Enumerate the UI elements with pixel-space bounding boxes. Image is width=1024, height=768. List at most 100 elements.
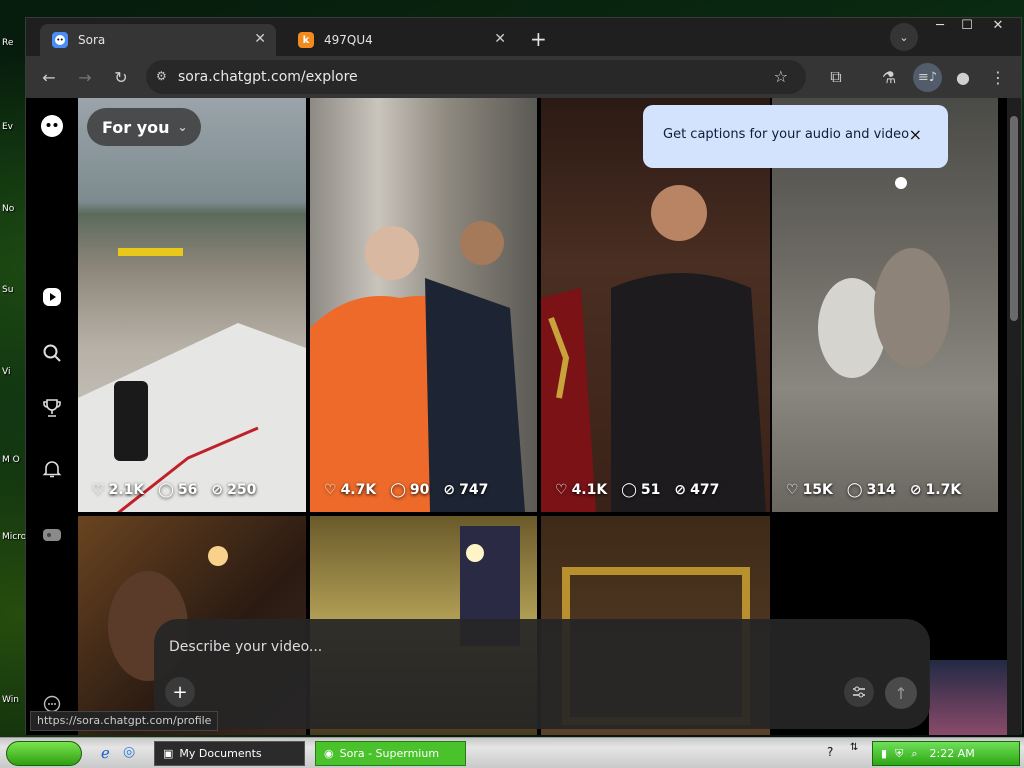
settings-button[interactable] bbox=[844, 677, 874, 707]
sora-sidebar bbox=[26, 98, 78, 735]
tab-search-button[interactable]: ⌄ bbox=[890, 23, 918, 51]
comments-count: 56 bbox=[177, 482, 198, 498]
close-window-button[interactable]: ✕ bbox=[982, 18, 1014, 36]
likes-count: 4.1K bbox=[571, 482, 608, 498]
explore-play-icon[interactable] bbox=[40, 285, 64, 309]
card-stats: ♡ 2.1K ◯ 56 ⊘ 250 bbox=[92, 482, 256, 498]
remixes[interactable]: ⊘ 1.7K bbox=[910, 482, 961, 498]
search-icon[interactable]: ⌕ bbox=[911, 747, 917, 761]
remix-icon: ⊘ bbox=[909, 482, 922, 498]
add-attachment-button[interactable]: + bbox=[165, 677, 195, 707]
close-icon[interactable]: × bbox=[909, 125, 922, 144]
ie-icon[interactable]: ℯ bbox=[101, 744, 110, 762]
comments[interactable]: ◯ 56 bbox=[158, 482, 197, 498]
address-bar[interactable]: ⚙ sora.chatgpt.com/explore ☆ bbox=[146, 60, 806, 94]
likes[interactable]: ♡ 4.7K bbox=[324, 482, 376, 498]
menu-button[interactable]: ⋮ bbox=[985, 64, 1011, 90]
desktop-icon-label[interactable]: Su bbox=[2, 285, 26, 295]
plus-icon: + bbox=[172, 681, 188, 703]
task-label: Sora - Supermium bbox=[339, 747, 440, 760]
captions-icon: ≡♪ bbox=[917, 70, 938, 85]
prompt-composer: Describe your video... + ↑ bbox=[154, 619, 930, 729]
tab-497qu4[interactable]: k 497QU4 ✕ bbox=[286, 24, 516, 56]
tab-strip: Sora ✕ k 497QU4 ✕ + ⌄ ─ ☐ ✕ bbox=[26, 18, 1021, 56]
remixes[interactable]: ⊘ 747 bbox=[443, 482, 488, 498]
feed-selector[interactable]: For you ⌄ bbox=[87, 108, 201, 146]
heart-icon: ♡ bbox=[324, 482, 337, 498]
desktop-icon-label[interactable]: Micro Stu bbox=[2, 532, 26, 542]
trophy-icon[interactable] bbox=[40, 396, 64, 420]
maximize-button[interactable]: ☐ bbox=[951, 18, 983, 36]
scrollbar-thumb[interactable] bbox=[1010, 116, 1018, 321]
heart-icon: ♡ bbox=[786, 482, 799, 498]
desktop-icon-label[interactable]: Win bbox=[2, 695, 26, 705]
likes[interactable]: ♡ 4.1K bbox=[555, 482, 607, 498]
network-icon[interactable]: ▮ bbox=[881, 747, 887, 760]
likes-count: 2.1K bbox=[108, 482, 145, 498]
live-caption-button[interactable]: ≡♪ bbox=[913, 63, 942, 92]
likes[interactable]: ♡ 2.1K bbox=[92, 482, 144, 498]
remixes-count: 250 bbox=[227, 482, 257, 498]
browser-toolbar: ← → ↻ ⚙ sora.chatgpt.com/explore ☆ ⧉ ⚗ ≡… bbox=[26, 56, 1021, 98]
shield-icon[interactable]: ⛨ bbox=[895, 747, 903, 761]
desktop-icon-label[interactable]: Vi bbox=[2, 367, 26, 377]
help-icon[interactable]: ? bbox=[827, 745, 833, 759]
remixes-count: 747 bbox=[459, 482, 489, 498]
system-tray: ▮ ⛨ ⌕ 2:22 AM bbox=[872, 741, 1020, 766]
bell-icon[interactable] bbox=[40, 457, 64, 481]
browser-window: Sora ✕ k 497QU4 ✕ + ⌄ ─ ☐ ✕ ← → ↻ ⚙ sora… bbox=[25, 17, 1022, 735]
arrow-right-icon: → bbox=[78, 67, 92, 87]
desktop-icon-label[interactable]: Ev bbox=[2, 122, 26, 132]
close-tab-icon[interactable]: ✕ bbox=[494, 31, 506, 47]
remixes-count: 477 bbox=[690, 482, 720, 498]
desktop-icon-label[interactable]: M O bbox=[2, 455, 26, 465]
extensions-button[interactable]: ⧉ bbox=[823, 64, 849, 90]
comments[interactable]: ◯ 51 bbox=[621, 482, 660, 498]
reload-button[interactable]: ↻ bbox=[108, 64, 134, 90]
prompt-input[interactable]: Describe your video... bbox=[169, 639, 322, 655]
labs-button[interactable]: ⚗ bbox=[876, 64, 902, 90]
remix-icon: ⊘ bbox=[443, 482, 456, 498]
captions-tooltip: Get captions for your audio and video × bbox=[643, 105, 948, 168]
courthouse-thumbnail bbox=[310, 221, 525, 512]
taskbar-item-sora[interactable]: ◉ Sora - Supermium bbox=[315, 741, 466, 766]
taskbar-item-my-documents[interactable]: ▣ My Documents bbox=[154, 741, 305, 766]
sora-favicon-icon bbox=[52, 32, 68, 48]
sora-logo-icon[interactable] bbox=[40, 114, 64, 138]
tab-sora[interactable]: Sora ✕ bbox=[40, 24, 276, 56]
card-stats: ♡ 4.7K ◯ 90 ⊘ 747 bbox=[324, 482, 488, 498]
tab-title: Sora bbox=[78, 33, 106, 47]
comments-count: 314 bbox=[866, 482, 896, 498]
remixes[interactable]: ⊘ 250 bbox=[211, 482, 256, 498]
clock[interactable]: 2:22 AM bbox=[929, 747, 974, 760]
new-tab-button[interactable]: + bbox=[530, 27, 547, 51]
bookmark-star-icon[interactable]: ☆ bbox=[774, 67, 788, 86]
forward-button[interactable]: → bbox=[72, 64, 98, 90]
remixes[interactable]: ⊘ 477 bbox=[674, 482, 719, 498]
back-button[interactable]: ← bbox=[36, 64, 62, 90]
comment-icon: ◯ bbox=[621, 482, 637, 498]
scrollbar[interactable] bbox=[1007, 98, 1021, 735]
video-card[interactable] bbox=[929, 660, 1009, 735]
feed-selector-label: For you bbox=[102, 117, 170, 137]
video-card[interactable]: ♡ 2.1K ◯ 56 ⊘ 250 For you ⌄ bbox=[78, 98, 306, 512]
folder-icon: ▣ bbox=[163, 747, 174, 760]
submit-button[interactable]: ↑ bbox=[885, 677, 917, 709]
search-icon[interactable] bbox=[40, 341, 64, 365]
taskbar: ℯ ◎ ▣ My Documents ◉ Sora - Supermium ? ⇅ … bbox=[0, 737, 1024, 768]
site-info-icon[interactable]: ⚙ bbox=[156, 69, 167, 83]
tray-arrows-icon[interactable]: ⇅ bbox=[850, 742, 858, 753]
quick-launch-icon[interactable]: ◎ bbox=[123, 744, 135, 760]
video-card[interactable]: ♡ 4.7K ◯ 90 ⊘ 747 bbox=[310, 98, 537, 512]
start-button[interactable] bbox=[6, 741, 82, 766]
comments[interactable]: ◯ 90 bbox=[390, 482, 429, 498]
comments[interactable]: ◯ 314 bbox=[847, 482, 896, 498]
desktop-icon-label[interactable]: No bbox=[2, 204, 26, 214]
desktop-icon-label[interactable]: Re bbox=[2, 38, 26, 48]
profile-button[interactable]: ● bbox=[950, 64, 976, 90]
url-text[interactable]: sora.chatgpt.com/explore bbox=[178, 69, 358, 85]
likes-count: 4.7K bbox=[340, 482, 377, 498]
likes[interactable]: ♡ 15K bbox=[786, 482, 833, 498]
close-tab-icon[interactable]: ✕ bbox=[254, 31, 266, 47]
profile-avatar-icon[interactable] bbox=[40, 523, 64, 547]
